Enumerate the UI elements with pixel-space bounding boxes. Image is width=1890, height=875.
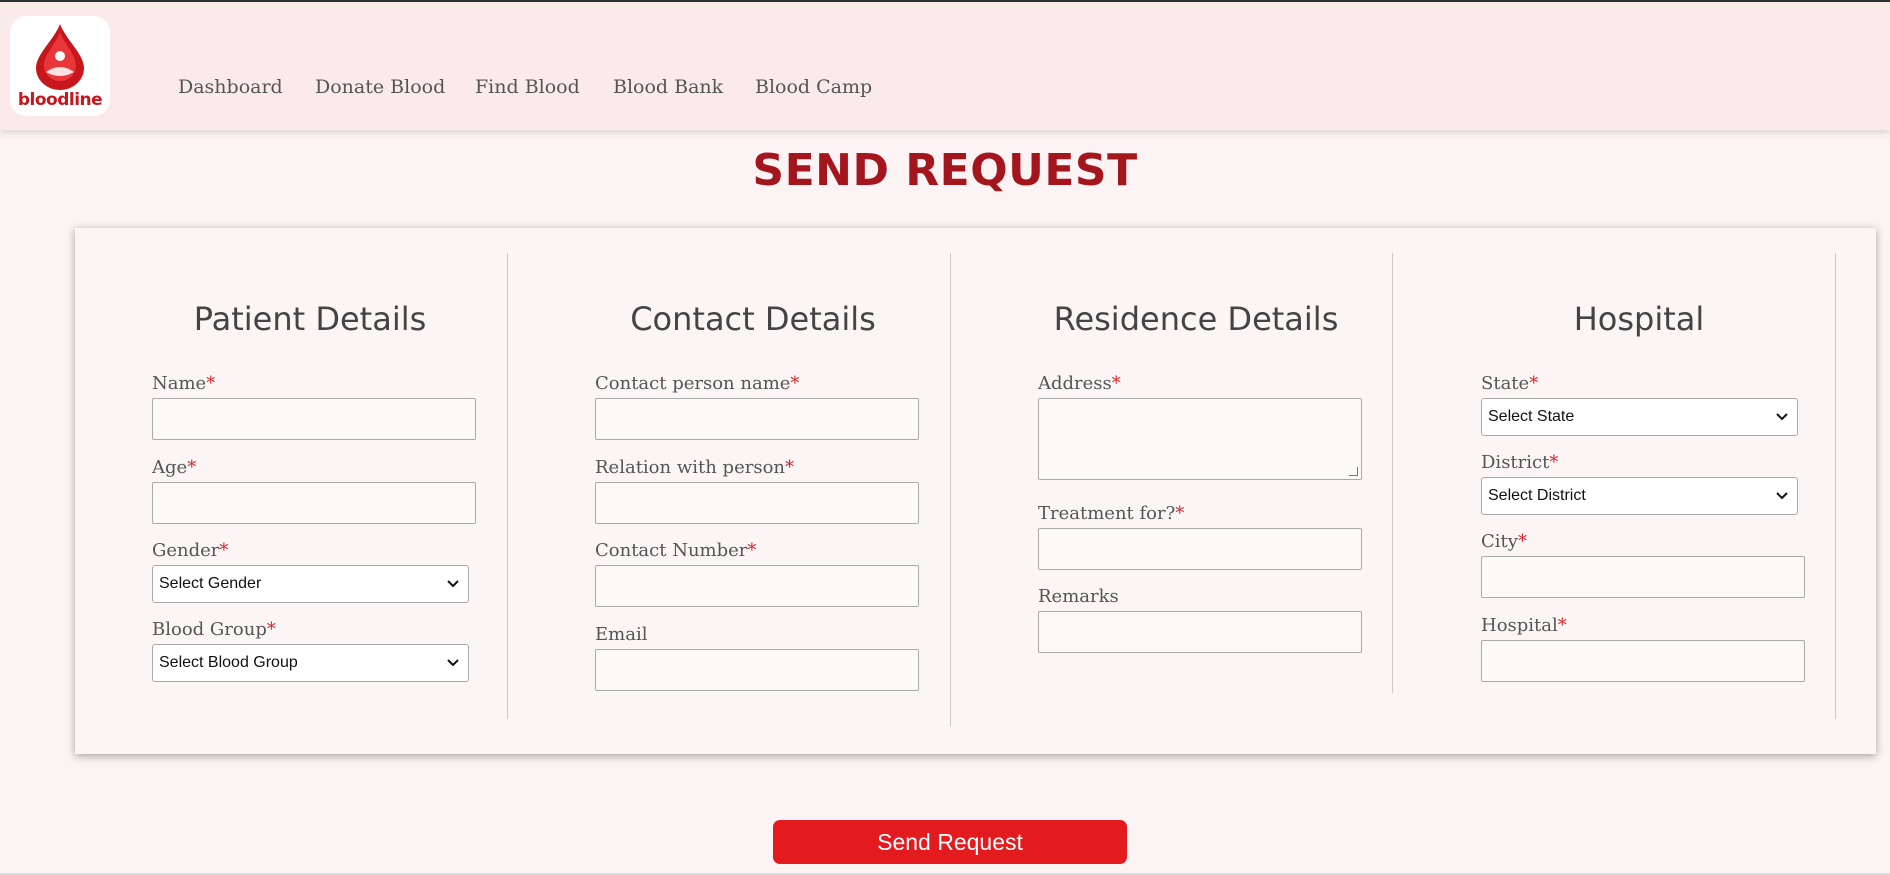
column-divider (507, 253, 508, 719)
district-label: District* (1481, 452, 1559, 473)
treatment-label: Treatment for?* (1038, 503, 1185, 524)
remarks-input[interactable] (1038, 611, 1362, 653)
send-request-button[interactable]: Send Request (773, 820, 1127, 864)
hospital-label: Hospital* (1481, 615, 1567, 636)
logo[interactable]: bloodline (10, 16, 110, 116)
hospital-input[interactable] (1481, 640, 1805, 682)
chevron-down-icon (447, 580, 459, 588)
contact-person-input[interactable] (595, 398, 919, 440)
nav-blood-camp[interactable]: Blood Camp (755, 76, 872, 98)
blood-group-label: Blood Group* (152, 619, 276, 640)
gender-select-value: Select Gender (159, 575, 262, 592)
state-select[interactable]: Select State (1481, 398, 1798, 436)
patient-details-title: Patient Details (193, 300, 427, 338)
district-select[interactable]: Select District (1481, 477, 1798, 515)
blood-drop-icon (36, 24, 84, 90)
nav-dashboard[interactable]: Dashboard (178, 76, 283, 98)
city-input[interactable] (1481, 556, 1805, 598)
email-input[interactable] (595, 649, 919, 691)
chevron-down-icon (1776, 413, 1788, 421)
column-divider (1392, 253, 1393, 693)
column-divider (950, 253, 951, 726)
chevron-down-icon (447, 659, 459, 667)
district-select-value: Select District (1488, 487, 1586, 504)
address-label: Address* (1038, 373, 1121, 394)
address-textarea[interactable] (1038, 398, 1362, 480)
blood-group-select-value: Select Blood Group (159, 654, 298, 671)
city-label: City* (1481, 531, 1527, 552)
chevron-down-icon (1776, 492, 1788, 500)
hospital-title: Hospital (1573, 300, 1705, 338)
contact-number-input[interactable] (595, 565, 919, 607)
blood-group-select[interactable]: Select Blood Group (152, 644, 469, 682)
request-form-card: Patient Details Name* Age* Gender* Selec… (75, 228, 1876, 754)
nav-blood-bank[interactable]: Blood Bank (613, 76, 723, 98)
residence-details-title: Residence Details (1053, 300, 1339, 338)
relation-label: Relation with person* (595, 457, 794, 478)
nav-donate-blood[interactable]: Donate Blood (315, 76, 445, 98)
age-label: Age* (152, 457, 197, 478)
relation-input[interactable] (595, 482, 919, 524)
contact-person-label: Contact person name* (595, 373, 800, 394)
patient-age-input[interactable] (152, 482, 476, 524)
navbar: bloodline Dashboard Donate Blood Find Bl… (0, 2, 1890, 130)
state-select-value: Select State (1488, 408, 1575, 425)
logo-text: bloodline (17, 90, 103, 110)
remarks-label: Remarks (1038, 586, 1119, 607)
page-title: SEND REQUEST (752, 145, 1138, 196)
state-label: State* (1481, 373, 1539, 394)
contact-details-title: Contact Details (630, 300, 876, 338)
email-label: Email (595, 624, 648, 645)
column-divider (1835, 253, 1836, 719)
name-label: Name* (152, 373, 216, 394)
gender-label: Gender* (152, 540, 229, 561)
contact-number-label: Contact Number* (595, 540, 757, 561)
patient-name-input[interactable] (152, 398, 476, 440)
treatment-input[interactable] (1038, 528, 1362, 570)
gender-select[interactable]: Select Gender (152, 565, 469, 603)
nav-find-blood[interactable]: Find Blood (475, 76, 580, 98)
